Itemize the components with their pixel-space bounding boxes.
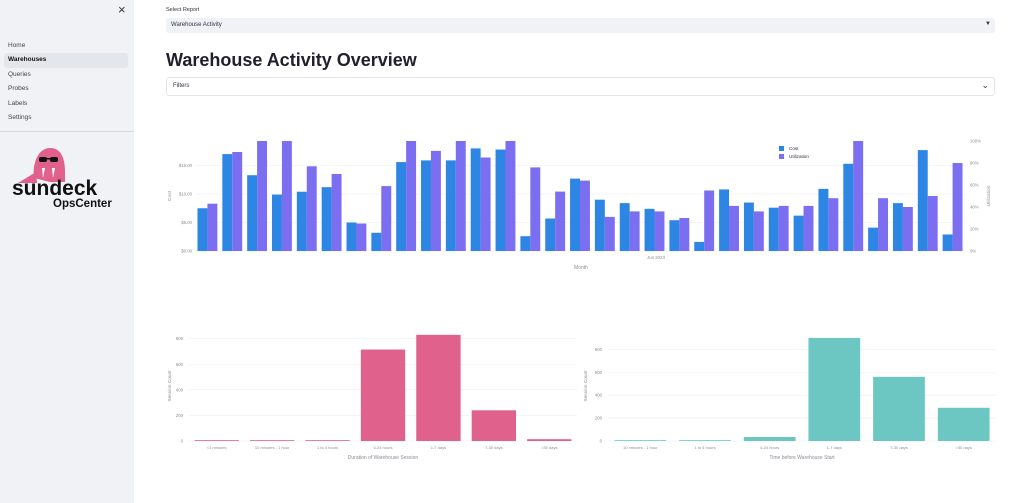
report-select[interactable]: Warehouse Activity ▼ xyxy=(166,18,995,33)
filters-label: Filters xyxy=(173,83,190,89)
sidebar-item-queries[interactable]: Queries xyxy=(4,68,128,82)
select-report-label: Select Report xyxy=(166,7,200,13)
filters-expander[interactable]: Filters ⌄ xyxy=(166,77,995,96)
main-content: Select Report Warehouse Activity ▼ Wareh… xyxy=(134,0,1024,503)
close-sidebar-icon[interactable]: × xyxy=(118,3,126,16)
sidebar-nav: Home Warehouses Queries Probes Labels Se… xyxy=(4,39,128,125)
sundeck-logo: sundeck OpsCenter xyxy=(12,148,112,210)
caret-down-icon: ▼ xyxy=(985,21,991,27)
sidebar-item-labels[interactable]: Labels xyxy=(4,97,128,111)
sidebar-item-home[interactable]: Home xyxy=(4,39,128,53)
chevron-down-icon: ⌄ xyxy=(981,80,989,90)
sidebar-item-settings[interactable]: Settings xyxy=(4,111,128,125)
sidebar-item-warehouses[interactable]: Warehouses xyxy=(4,53,128,68)
sidebar-divider xyxy=(0,131,134,132)
page-title: Warehouse Activity Overview xyxy=(166,50,417,70)
logo-wordmark: sundeck xyxy=(12,177,98,200)
sidebar: × Home Warehouses Queries Probes Labels … xyxy=(0,0,134,503)
sidebar-item-probes[interactable]: Probes xyxy=(4,82,128,96)
logo-subtitle: OpsCenter xyxy=(53,198,112,210)
report-select-value: Warehouse Activity xyxy=(171,22,222,28)
